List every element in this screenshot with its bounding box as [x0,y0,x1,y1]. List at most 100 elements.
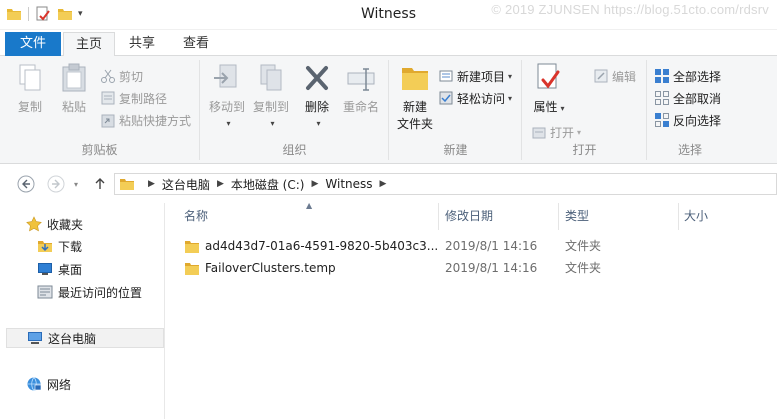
new-item-button[interactable]: 新建项目 ▾ [438,66,512,86]
copy-to-button[interactable]: 复制到 ▾ [249,62,293,129]
open-group: 属性 ▾ 编辑 打开 ▾ 打开 [523,60,647,160]
nav-downloads[interactable]: 下载 [37,236,82,256]
rename-button[interactable]: 重命名 [339,62,383,115]
select-all-icon [654,68,670,84]
column-header-type[interactable]: 类型 [559,203,679,230]
new-group-label: 新建 [443,143,468,157]
recent-locations-chevron-icon[interactable]: ▾ [66,174,86,194]
select-group-label: 选择 [677,143,702,157]
copy-button[interactable]: 复制 [10,62,50,115]
new-folder-button[interactable]: 新建 文件夹 [392,62,438,132]
breadcrumb-separator-icon[interactable]: ▶ [311,179,318,189]
copy-path-icon [100,90,116,106]
organize-group-label: 组织 [282,143,307,157]
delete-x-icon [301,62,333,94]
clipboard-group-label: 剪贴板 [81,143,118,157]
easy-access-icon [438,90,454,106]
column-header-size[interactable]: 大小 [679,203,777,230]
easy-access-button[interactable]: 轻松访问 ▾ [438,88,512,108]
delete-button[interactable]: 删除 ▾ [299,62,335,129]
select-none-icon [654,90,670,106]
rename-icon [345,62,377,94]
folder-icon [119,176,135,192]
recent-places-icon [37,284,53,300]
open-button[interactable]: 打开 ▾ [531,122,581,142]
organize-group: 移动到 ▾ 复制到 ▾ 删除 ▾ 重命名 组织 [201,60,389,160]
file-size-cell [684,257,774,279]
watermark: © 2019 ZJUNSEN https://blog.51cto.com/rd… [491,2,769,17]
ribbon: 复制 粘贴 剪切 复制路径 粘贴快捷方式 剪贴板 移动到 ▾ 复制到 ▾ 删除 … [0,56,777,164]
network-icon [26,376,42,392]
forward-arrow-icon [47,175,65,193]
select-none-button[interactable]: 全部取消 [654,88,721,108]
column-header-name[interactable]: 名称 [166,203,439,230]
paste-shortcut-button[interactable]: 粘贴快捷方式 [100,110,191,130]
folder-icon [184,261,200,275]
back-button[interactable] [16,174,36,194]
file-list: ▲ 名称 修改日期 类型 大小 ad4d43d7-01a6-4591-9820-… [166,201,777,419]
open-group-label: 打开 [572,143,597,157]
edit-button[interactable]: 编辑 [593,66,636,86]
properties-button[interactable]: 属性 ▾ [529,62,569,115]
cut-button[interactable]: 剪切 [100,66,143,86]
new-group: 新建 文件夹 新建项目 ▾ 轻松访问 ▾ 新建 [390,60,522,160]
back-arrow-icon [17,175,35,193]
file-size-cell [684,235,774,257]
invert-selection-icon [654,112,670,128]
file-type-cell: 文件夹 [565,239,602,253]
move-to-icon [211,62,243,94]
paste-button[interactable]: 粘贴 [54,62,94,115]
file-name-cell[interactable]: FailoverClusters.temp [184,257,439,279]
scissors-icon [100,68,116,84]
folder-icon [184,239,200,253]
breadcrumb-this-pc[interactable]: 这台电脑 [162,176,210,193]
nav-favorites[interactable]: 收藏夹 [26,214,83,234]
paste-icon [58,62,90,94]
downloads-folder-icon [37,238,53,254]
copy-icon [14,62,46,94]
breadcrumb-separator-icon[interactable]: ▶ [148,179,155,189]
table-row[interactable]: FailoverClusters.temp 2019/8/1 14:16 文件夹 [166,257,777,279]
clipboard-group: 复制 粘贴 剪切 复制路径 粘贴快捷方式 剪贴板 [0,60,200,160]
star-icon [26,216,42,232]
tab-share[interactable]: 共享 [118,32,166,57]
invert-selection-button[interactable]: 反向选择 [654,110,721,130]
edit-icon [593,68,609,84]
navigation-bar: ▾ ▶ 这台电脑 ▶ 本地磁盘 (C:) ▶ Witness ▶ [0,165,777,203]
copy-path-button[interactable]: 复制路径 [100,88,167,108]
breadcrumb-local-disk[interactable]: 本地磁盘 (C:) [231,176,305,193]
nav-recent-places[interactable]: 最近访问的位置 [37,282,142,302]
tab-file[interactable]: 文件 [5,32,61,56]
move-to-button[interactable]: 移动到 ▾ [205,62,249,129]
computer-icon [27,330,43,346]
up-arrow-icon [95,178,105,189]
file-type-cell: 文件夹 [565,261,602,275]
nav-desktop[interactable]: 桌面 [37,259,82,279]
file-name-cell[interactable]: ad4d43d7-01a6-4591-9820-5b403c3... [184,235,439,257]
title-bar: ▾ Witness © 2019 ZJUNSEN https://blog.51… [0,0,777,30]
up-button[interactable] [90,174,110,194]
new-item-icon [438,68,454,84]
forward-button[interactable] [46,174,66,194]
paste-shortcut-icon [100,112,116,128]
tab-home[interactable]: 主页 [63,32,115,57]
nav-this-pc[interactable]: 这台电脑 [6,328,164,348]
select-group: 全部选择 全部取消 反向选择 选择 [648,60,732,160]
properties-check-icon [533,62,565,94]
navigation-pane: 收藏夹 下载 桌面 最近访问的位置 这台电脑 网络 [0,203,165,419]
file-date-cell: 2019/8/1 14:16 [445,239,538,253]
table-row[interactable]: ad4d43d7-01a6-4591-9820-5b403c3... 2019/… [166,235,777,257]
nav-network[interactable]: 网络 [26,374,71,394]
open-icon [531,124,547,140]
column-header-date[interactable]: 修改日期 [439,203,559,230]
breadcrumb-separator-icon[interactable]: ▶ [217,179,224,189]
tab-view[interactable]: 查看 [172,32,220,57]
file-date-cell: 2019/8/1 14:16 [445,261,538,275]
select-all-button[interactable]: 全部选择 [654,66,721,86]
ribbon-tabs: 文件 主页 共享 查看 [0,30,777,57]
breadcrumb-separator-icon[interactable]: ▶ [380,179,387,189]
new-folder-icon [399,62,431,94]
address-bar[interactable]: ▶ 这台电脑 ▶ 本地磁盘 (C:) ▶ Witness ▶ [114,173,777,195]
breadcrumb-witness[interactable]: Witness [325,177,372,191]
copy-to-icon [255,62,287,94]
